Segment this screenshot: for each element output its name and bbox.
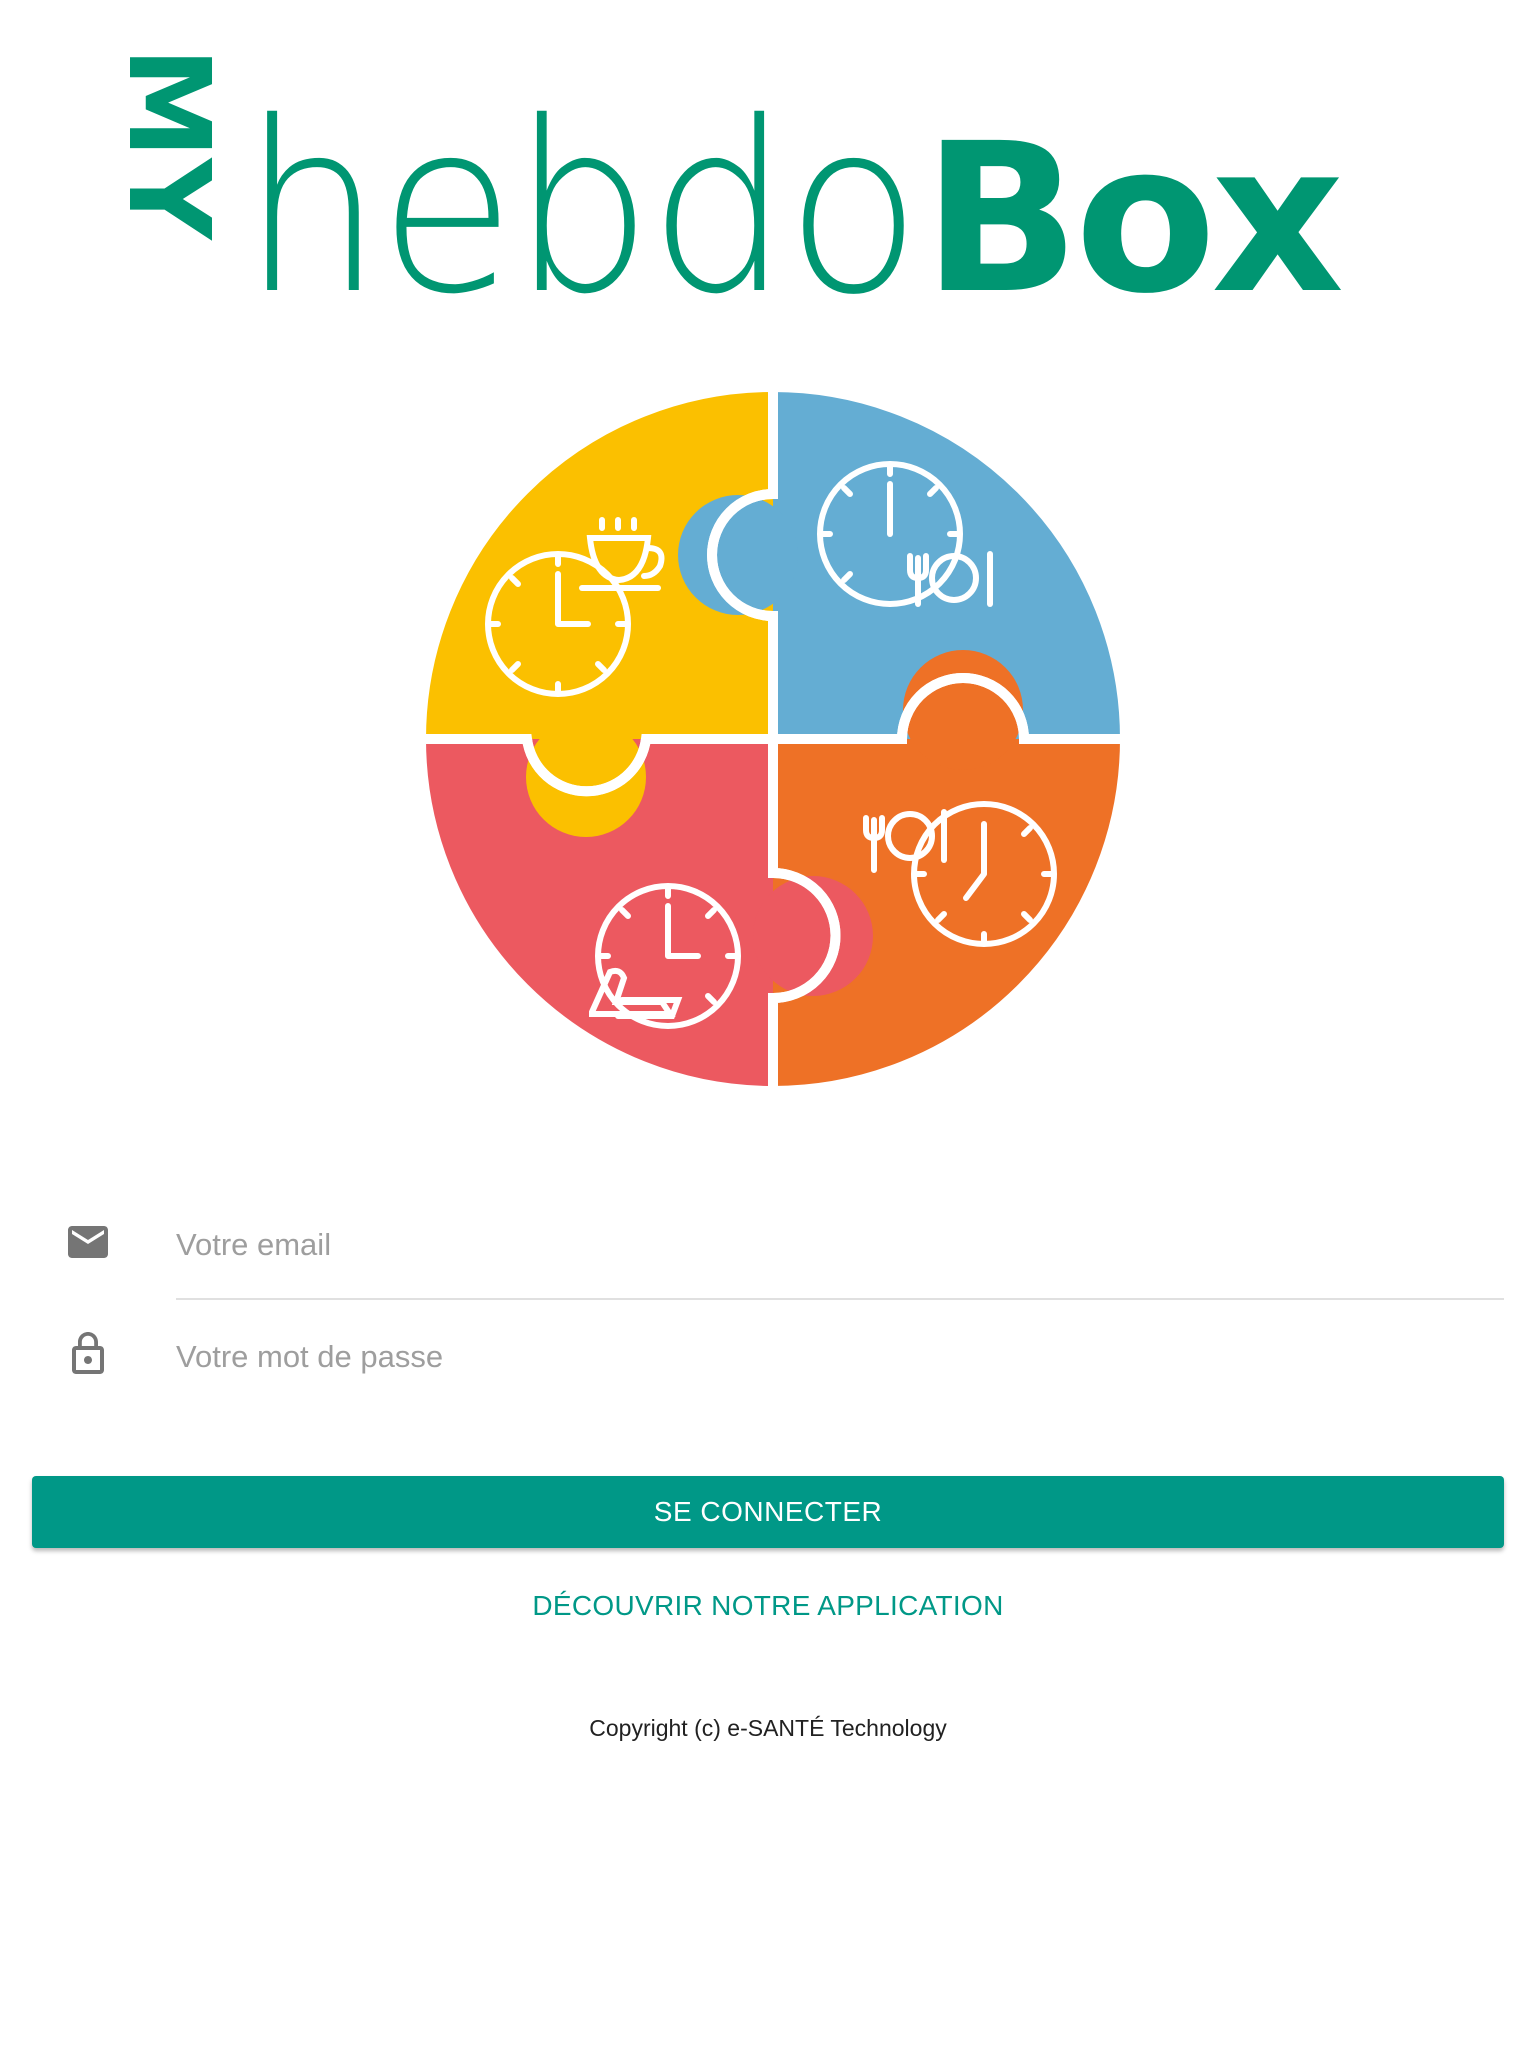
password-field-row: [0, 1322, 1536, 1422]
puzzle-illustration: [424, 390, 1122, 1088]
password-input[interactable]: [176, 1322, 1504, 1392]
email-input[interactable]: [176, 1210, 1504, 1280]
copyright-text: Copyright (c) e-SANTÉ Technology: [589, 1715, 947, 1741]
app-logo: MY hebdo Box: [103, 45, 1430, 327]
discover-app-link[interactable]: DÉCOUVRIR NOTRE APPLICATION: [0, 1590, 1536, 1630]
login-button[interactable]: SE CONNECTER: [32, 1476, 1504, 1548]
logo-prefix: MY: [103, 47, 233, 240]
puzzle-knob-right: [903, 650, 1023, 770]
email-field-row: [0, 1210, 1536, 1310]
email-underline: [176, 1298, 1504, 1300]
email-icon: [68, 1226, 108, 1258]
puzzle-knob-top: [678, 495, 798, 615]
app-logo-text: MY hebdo Box: [103, 45, 1430, 327]
logo-main: hebdo: [242, 71, 921, 346]
lock-icon: [72, 1332, 104, 1374]
logo-suffix: Box: [922, 99, 1344, 339]
